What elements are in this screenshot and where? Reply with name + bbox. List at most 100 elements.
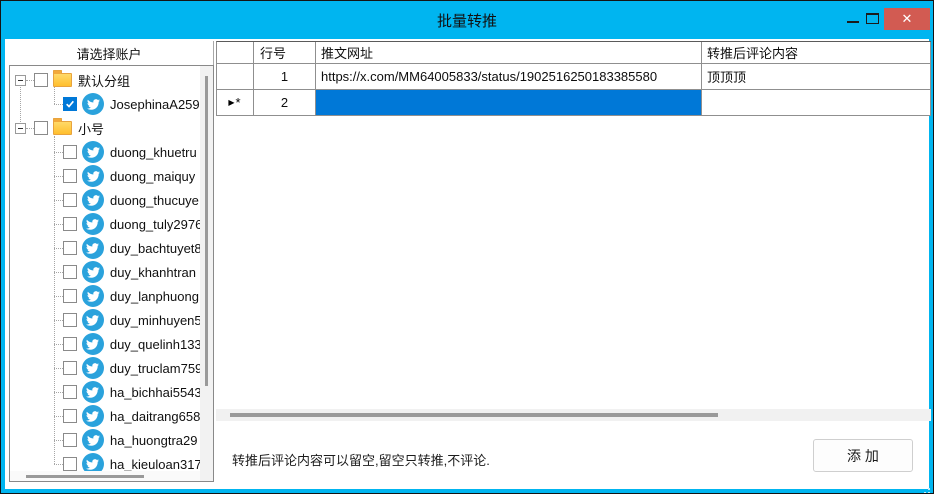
tree-vertical-scrollbar[interactable] — [200, 66, 213, 481]
close-icon: ✕ — [902, 11, 913, 27]
collapse-toggle-icon[interactable] — [15, 75, 26, 86]
account-tree-panel: 默认分组JosephinaA259 小号 duong_khuetru duong_ma… — [9, 65, 214, 482]
account-checkbox[interactable] — [63, 409, 77, 423]
tree-account-row[interactable]: duy_bachtuyet8 — [10, 236, 200, 260]
account-checkbox[interactable] — [63, 193, 77, 207]
tree-account-row[interactable]: JosephinaA259 — [10, 92, 200, 116]
current-new-row-indicator-icon[interactable]: ▶* — [217, 90, 254, 115]
column-header-comment[interactable]: 转推后评论内容 — [702, 42, 931, 63]
twitter-bird — [87, 266, 100, 279]
check-icon — [65, 99, 75, 109]
twitter-bird — [86, 458, 99, 471]
account-checkbox[interactable] — [63, 289, 77, 303]
tree-connector — [54, 152, 63, 153]
comment-cell[interactable] — [702, 90, 931, 115]
row-number-cell[interactable]: 2 — [254, 90, 316, 115]
table-row[interactable]: 1https://x.com/MM64005833/status/1902516… — [217, 64, 931, 90]
twitter-icon — [82, 405, 104, 427]
tree-connector — [54, 464, 63, 465]
column-header-url[interactable]: 推文网址 — [316, 42, 702, 63]
tweet-url-cell[interactable]: https://x.com/MM64005833/status/19025162… — [316, 64, 702, 89]
client-area: 请选择账户 默认分组JosephinaA259小号duong_khuetrudu… — [5, 39, 929, 489]
account-checkbox[interactable] — [63, 361, 77, 375]
account-checkbox[interactable] — [63, 457, 77, 471]
account-checkbox[interactable] — [63, 241, 77, 255]
maximize-button[interactable] — [866, 13, 879, 24]
tree-account-row[interactable]: ha_huongtra29 — [10, 428, 200, 452]
tree-account-row[interactable]: ha_bichhai5543 — [10, 380, 200, 404]
twitter-icon — [82, 141, 104, 163]
twitter-bird — [87, 146, 100, 159]
tree-group-row[interactable]: 默认分组 — [10, 68, 200, 92]
tree-horizontal-scrollbar[interactable] — [10, 471, 200, 481]
comment-cell[interactable]: 顶顶顶 — [702, 64, 931, 89]
account-checkbox[interactable] — [63, 265, 77, 279]
twitter-icon — [82, 93, 104, 115]
tree-account-row[interactable]: ha_kieuloan317 — [10, 452, 200, 471]
resize-grip-icon[interactable] — [928, 488, 930, 490]
tree-account-row[interactable]: duy_lanphuong — [10, 284, 200, 308]
tree-connector — [54, 248, 63, 249]
account-checkbox[interactable] — [63, 97, 77, 111]
tree-account-row[interactable]: duong_thucuye — [10, 188, 200, 212]
twitter-icon — [82, 237, 104, 259]
twitter-icon — [82, 309, 104, 331]
column-header-indicator[interactable] — [217, 42, 254, 63]
add-button[interactable]: 添 加 — [813, 439, 913, 472]
account-label: duong_khuetru — [110, 145, 197, 160]
row-header-cell[interactable] — [217, 64, 254, 89]
group-label: 小号 — [78, 119, 104, 138]
tree-account-row[interactable]: duy_minhuyen5 — [10, 308, 200, 332]
row-arrow-icon: ▶ — [228, 98, 235, 107]
tree-group-row[interactable]: 小号 — [10, 116, 200, 140]
table-horizontal-scrollbar-thumb[interactable] — [230, 413, 718, 417]
tree-connector — [54, 200, 63, 201]
tree-account-row[interactable]: duy_truclam759 — [10, 356, 200, 380]
tree-account-row[interactable]: duong_khuetru — [10, 140, 200, 164]
account-label: duong_thucuye — [110, 193, 199, 208]
twitter-icon — [82, 165, 104, 187]
tree-connector — [26, 80, 34, 81]
tree-account-row[interactable]: ha_daitrang658 — [10, 404, 200, 428]
account-checkbox[interactable] — [63, 313, 77, 327]
account-checkbox[interactable] — [63, 433, 77, 447]
tweet-url-cell[interactable] — [316, 90, 702, 115]
twitter-icon — [82, 189, 104, 211]
account-label: ha_kieuloan317 — [110, 457, 200, 472]
tree-connector — [26, 128, 34, 129]
tree-connector — [54, 104, 63, 105]
row-number-cell[interactable]: 1 — [254, 64, 316, 89]
twitter-icon — [82, 213, 104, 235]
twitter-bird — [86, 218, 99, 231]
close-button[interactable]: ✕ — [884, 8, 930, 30]
account-checkbox[interactable] — [63, 145, 77, 159]
tree-account-row[interactable]: duong_maiquy — [10, 164, 200, 188]
minimize-button[interactable] — [847, 21, 859, 23]
tree-account-row[interactable]: duong_tuly2976 — [10, 212, 200, 236]
tree-connector — [54, 344, 63, 345]
column-header-row_no[interactable]: 行号 — [254, 42, 316, 63]
tree-connector — [54, 272, 63, 273]
tree-connector — [54, 416, 63, 417]
account-checkbox[interactable] — [63, 385, 77, 399]
twitter-bird — [86, 386, 99, 399]
account-tree: 默认分组JosephinaA259 小号 duong_khuetru duong_ma… — [10, 66, 200, 471]
group-checkbox[interactable] — [34, 121, 48, 135]
account-label: duong_tuly2976 — [110, 217, 200, 232]
titlebar[interactable]: 批量转推 ✕ — [1, 1, 933, 38]
twitter-icon — [82, 381, 104, 403]
tree-horizontal-scrollbar-thumb[interactable] — [26, 475, 144, 478]
account-checkbox[interactable] — [63, 217, 77, 231]
account-checkbox[interactable] — [63, 169, 77, 183]
collapse-toggle-icon[interactable] — [15, 123, 26, 134]
tree-account-row[interactable]: duy_khanhtran — [10, 260, 200, 284]
group-checkbox[interactable] — [34, 73, 48, 87]
tree-account-row[interactable]: duy_quelinh133 — [10, 332, 200, 356]
tree-connector — [54, 296, 63, 297]
table-row[interactable]: ▶*2 — [217, 90, 931, 116]
account-label: ha_bichhai5543 — [110, 385, 200, 400]
table-horizontal-scrollbar[interactable] — [216, 409, 931, 421]
tweet-table: 行号推文网址转推后评论内容1https://x.com/MM64005833/s… — [216, 41, 931, 116]
tree-vertical-scrollbar-thumb[interactable] — [205, 76, 208, 386]
account-checkbox[interactable] — [63, 337, 77, 351]
